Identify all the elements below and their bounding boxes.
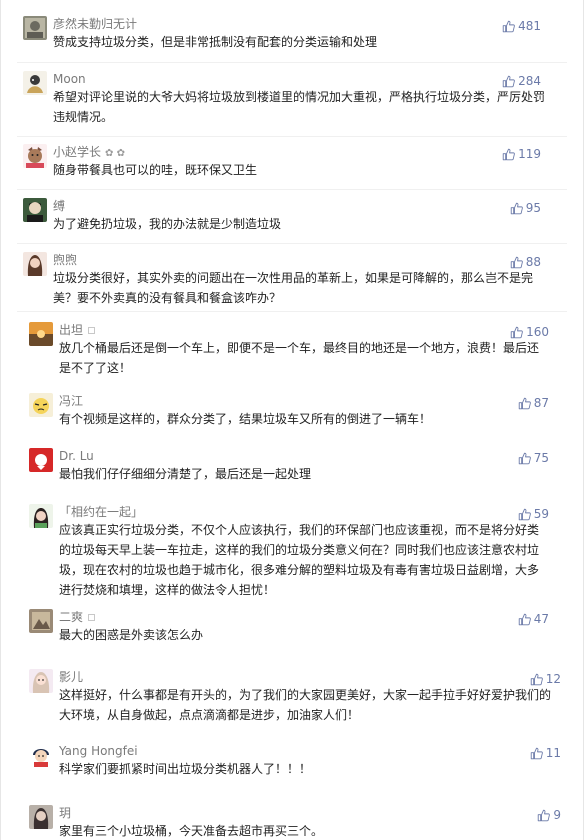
avatar[interactable] bbox=[29, 504, 53, 528]
like-button[interactable]: 75 bbox=[518, 450, 549, 466]
thumbs-up-icon bbox=[510, 326, 523, 338]
username[interactable]: 冯江 bbox=[59, 393, 83, 409]
like-count: 119 bbox=[518, 147, 541, 161]
comment-text: 这样挺好，什么事都是有开头的，为了我们的大家园更美好，大家一起手拉手好好爱护我们… bbox=[59, 688, 552, 722]
comment-item: Moon 284 希望对评论里说的大爷大妈将垃圾放到楼道里的情况加大重视，严格执… bbox=[1, 69, 584, 129]
thumbs-up-icon bbox=[518, 508, 531, 520]
thumbs-up-icon bbox=[502, 75, 515, 87]
thumbs-up-icon bbox=[518, 452, 531, 464]
thumbs-up-icon bbox=[518, 397, 531, 409]
avatar[interactable] bbox=[29, 743, 53, 767]
avatar[interactable] bbox=[29, 669, 53, 693]
comment-text: 放几个桶最后还是倒一个车上，即便不是一个车，最终目的地还是一个地方，浪费！最后还… bbox=[59, 341, 540, 375]
username[interactable]: 煦煦 bbox=[53, 252, 77, 268]
comment-item: 煦煦 88 垃圾分类很好，其实外卖的问题出在一次性用品的革新上，如果是可降解的，… bbox=[1, 250, 584, 310]
divider bbox=[17, 189, 567, 190]
comment-text: 为了避免扔垃圾，我的办法就是少制造垃圾 bbox=[53, 217, 282, 231]
comment-text: 随身带餐具也可以的哇，既环保又卫生 bbox=[53, 163, 258, 177]
like-count: 59 bbox=[533, 507, 549, 521]
comment-feed: 彦然未勤归无计 481 赞成支持垃圾分类，但是非常抵制没有配套的分类运输和处理 … bbox=[0, 0, 584, 840]
comment-item: 彦然未勤归无计 481 赞成支持垃圾分类，但是非常抵制没有配套的分类运输和处理 bbox=[1, 14, 584, 54]
comment-item: 小赵学长 ✿ ✿ 119 随身带餐具也可以的哇，既环保又卫生 bbox=[1, 142, 584, 182]
username[interactable]: Yang Hongfei bbox=[59, 743, 138, 759]
like-count: 75 bbox=[533, 451, 549, 465]
comment-item: 影儿 12 这样挺好，什么事都是有开头的，为了我们的大家园更美好，大家一起手拉手… bbox=[1, 667, 584, 723]
like-button[interactable]: 481 bbox=[502, 18, 541, 34]
username[interactable]: Moon bbox=[53, 71, 86, 87]
avatar[interactable] bbox=[23, 71, 47, 95]
member-icon bbox=[88, 614, 96, 621]
comment-item: 出坦 160 放几个桶最后还是倒一个车上，即便不是一个车，最终目的地还是一个地方… bbox=[1, 320, 584, 376]
comment-text: 希望对评论里说的大爷大妈将垃圾放到楼道里的情况加大重视，严格执行垃圾分类，严厉处… bbox=[53, 90, 546, 124]
like-count: 47 bbox=[533, 612, 549, 626]
username[interactable]: 二爽 bbox=[59, 609, 96, 625]
like-button[interactable]: 95 bbox=[510, 200, 541, 216]
like-count: 88 bbox=[525, 255, 541, 269]
thumbs-up-icon bbox=[530, 747, 543, 759]
avatar[interactable] bbox=[29, 448, 53, 472]
member-icon bbox=[88, 327, 96, 334]
avatar[interactable] bbox=[29, 322, 53, 346]
username[interactable]: 「相约在一起」 bbox=[59, 504, 143, 520]
thumbs-up-icon bbox=[510, 202, 523, 214]
avatar[interactable] bbox=[29, 609, 53, 633]
like-button[interactable]: 119 bbox=[502, 146, 541, 162]
like-count: 481 bbox=[518, 19, 541, 33]
divider bbox=[17, 311, 567, 312]
username[interactable]: 缚 bbox=[53, 198, 65, 214]
thumbs-up-icon bbox=[510, 256, 523, 268]
like-count: 87 bbox=[533, 396, 549, 410]
like-button[interactable]: 87 bbox=[518, 395, 549, 411]
comment-item: Dr. Lu 75 最怕我们仔仔细细分清楚了，最后还是一起处理 bbox=[1, 446, 584, 486]
like-count: 95 bbox=[525, 201, 541, 215]
comment-item: Yang Hongfei 11 科学家们要抓紧时间出垃圾分类机器人了！！！ bbox=[1, 741, 584, 781]
comment-text: 赞成支持垃圾分类，但是非常抵制没有配套的分类运输和处理 bbox=[53, 35, 378, 49]
thumbs-up-icon bbox=[518, 613, 531, 625]
comment-text: 最大的困惑是外卖该怎么办 bbox=[59, 628, 204, 642]
username[interactable]: Dr. Lu bbox=[59, 448, 94, 464]
like-count: 11 bbox=[545, 746, 561, 760]
user-badge: ✿ ✿ bbox=[105, 148, 125, 159]
comment-text: 垃圾分类很好，其实外卖的问题出在一次性用品的革新上，如果是可降解的，那么岂不是完… bbox=[53, 271, 534, 305]
thumbs-up-icon bbox=[538, 809, 551, 821]
thumbs-up-icon bbox=[530, 673, 543, 685]
username[interactable]: 影儿 bbox=[59, 669, 83, 685]
avatar[interactable] bbox=[23, 144, 47, 168]
divider bbox=[17, 136, 567, 137]
comment-item: 「相约在一起」 59 应该真正实行垃圾分类，不仅个人应该执行，我们的环保部门也应… bbox=[1, 502, 584, 597]
username[interactable]: 出坦 bbox=[59, 322, 96, 338]
username[interactable]: 彦然未勤归无计 bbox=[53, 16, 137, 32]
comment-item: 玥 9 家里有三个小垃圾桶，今天准备去超市再买三个。 bbox=[1, 803, 584, 840]
like-count: 284 bbox=[518, 74, 541, 88]
comment-item: 二爽 47 最大的困惑是外卖该怎么办 bbox=[1, 607, 584, 647]
comment-item: 冯江 87 有个视频是这样的，群众分类了，结果垃圾车又所有的倒进了一辆车！ bbox=[1, 391, 584, 431]
comment-item: 缚 95 为了避免扔垃圾，我的办法就是少制造垃圾 bbox=[1, 196, 584, 236]
comment-text: 家里有三个小垃圾桶，今天准备去超市再买三个。 bbox=[59, 824, 324, 838]
comment-text: 有个视频是这样的，群众分类了，结果垃圾车又所有的倒进了一辆车！ bbox=[59, 412, 432, 426]
divider bbox=[17, 243, 567, 244]
like-button[interactable]: 47 bbox=[518, 611, 549, 627]
like-count: 160 bbox=[526, 325, 549, 339]
avatar[interactable] bbox=[23, 198, 47, 222]
avatar[interactable] bbox=[29, 805, 53, 829]
divider bbox=[17, 62, 567, 63]
avatar[interactable] bbox=[23, 16, 47, 40]
like-count: 12 bbox=[545, 672, 561, 686]
avatar[interactable] bbox=[29, 393, 53, 417]
comment-text: 科学家们要抓紧时间出垃圾分类机器人了！！！ bbox=[59, 762, 312, 776]
like-count: 9 bbox=[553, 808, 561, 822]
thumbs-up-icon bbox=[502, 148, 515, 160]
username[interactable]: 玥 bbox=[59, 805, 71, 821]
comment-text: 最怕我们仔仔细细分清楚了，最后还是一起处理 bbox=[59, 467, 312, 481]
thumbs-up-icon bbox=[502, 20, 515, 32]
like-button[interactable]: 11 bbox=[530, 745, 561, 761]
like-button[interactable]: 9 bbox=[537, 807, 561, 823]
avatar[interactable] bbox=[23, 252, 47, 276]
comment-text: 应该真正实行垃圾分类，不仅个人应该执行，我们的环保部门也应该重视，而不是将分好类… bbox=[59, 523, 540, 597]
